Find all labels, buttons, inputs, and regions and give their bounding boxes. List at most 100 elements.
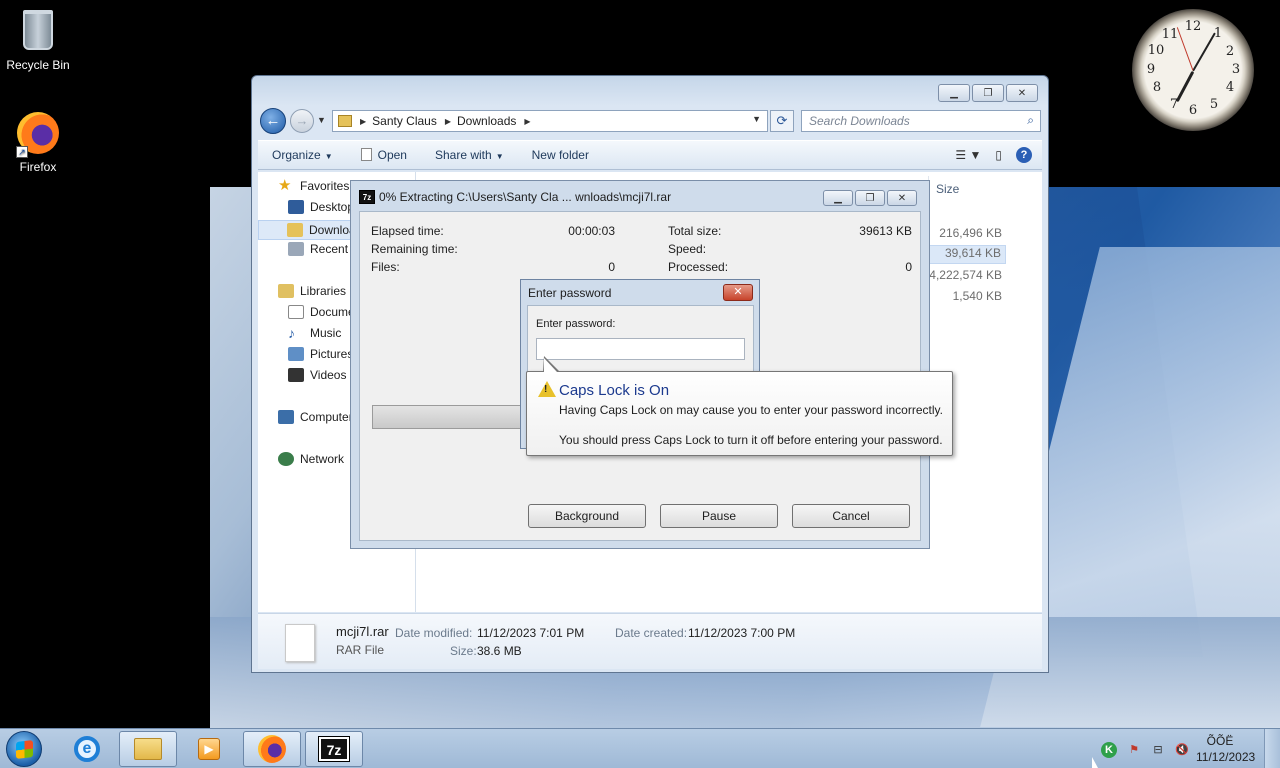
desktop-icon-recycle-bin[interactable]: Recycle Bin xyxy=(0,8,76,72)
tooltip-title: Caps Lock is On xyxy=(559,382,670,399)
search-placeholder: Search Downloads xyxy=(809,114,910,128)
clock-number: 8 xyxy=(1152,80,1162,95)
organize-button[interactable]: Organize ▼ xyxy=(258,148,347,162)
taskbar: e ▶ 7z K ⚑ ⊟ 🔇 ÕÕË 11/12/2023 xyxy=(0,728,1280,768)
details-date-modified-label: Date modified: xyxy=(395,626,473,640)
clock-number: 5 xyxy=(1209,97,1219,112)
file-size-cell[interactable]: 4,222,574 KB xyxy=(928,268,1006,282)
clock-time: ÕÕË xyxy=(1206,734,1234,748)
taskbar-firefox[interactable] xyxy=(243,731,301,767)
file-size-cell[interactable]: 216,496 KB xyxy=(928,226,1006,240)
7zip-icon: 7z xyxy=(318,736,350,762)
volume-muted-icon[interactable]: 🔇 xyxy=(1174,742,1190,758)
pictures-icon xyxy=(288,347,304,361)
windows-logo-icon xyxy=(16,740,33,759)
pause-button[interactable]: Pause xyxy=(660,504,778,528)
start-button[interactable] xyxy=(6,731,42,767)
recent-pages-dropdown[interactable]: ▼ xyxy=(317,115,326,125)
close-icon[interactable]: ✕ xyxy=(723,284,753,301)
nav-label: Pictures xyxy=(310,347,354,361)
password-field[interactable] xyxy=(536,338,745,360)
maximize-button[interactable]: ❐ xyxy=(855,190,885,206)
minimize-button[interactable]: ▁ xyxy=(823,190,853,206)
forward-button[interactable]: → xyxy=(290,109,314,133)
network-tray-icon[interactable]: ⊟ xyxy=(1150,742,1166,758)
clock-minute-hand xyxy=(1192,32,1216,72)
breadcrumb-chevron-icon[interactable]: ▶ xyxy=(445,117,451,126)
extract-window-title: 0% Extracting C:\Users\Santy Cla ... wnl… xyxy=(379,190,672,204)
breadcrumb-chevron-icon[interactable]: ▶ xyxy=(360,117,366,126)
desktop-icon-label: Recycle Bin xyxy=(6,58,70,72)
back-button[interactable]: ← xyxy=(260,108,286,134)
taskbar-clock[interactable]: ÕÕË 11/12/2023 xyxy=(1196,733,1256,765)
nav-label: Libraries xyxy=(300,284,347,298)
breadcrumb-chevron-icon[interactable]: ▶ xyxy=(524,117,530,126)
nav-label: Network xyxy=(300,452,345,466)
chevron-down-icon: ▼ xyxy=(495,152,504,161)
computer-icon xyxy=(278,410,294,424)
taskbar-internet-explorer[interactable]: e xyxy=(58,731,116,767)
file-size-cell[interactable]: 1,540 KB xyxy=(928,289,1006,303)
maximize-button[interactable]: ❐ xyxy=(972,84,1004,102)
clock-gadget[interactable]: 12 1 2 3 4 5 6 7 8 9 10 11 xyxy=(1132,9,1254,131)
speed-label: Speed: xyxy=(668,242,707,256)
kaspersky-tray-icon[interactable]: K xyxy=(1101,742,1117,758)
password-dialog-title: Enter password xyxy=(528,286,612,300)
taskbar-7zip[interactable]: 7z xyxy=(305,731,363,767)
close-button[interactable]: ✕ xyxy=(1006,84,1038,102)
elapsed-time-value: 00:00:03 xyxy=(568,224,615,238)
remaining-time-label: Remaining time: xyxy=(371,242,458,256)
search-icon[interactable]: ⌕ xyxy=(1027,113,1034,128)
rar-file-icon xyxy=(285,624,315,662)
clock-number: 10 xyxy=(1147,43,1165,58)
file-size-cell-selected[interactable]: 39,614 KB xyxy=(928,245,1006,264)
clock-number: 6 xyxy=(1188,103,1198,118)
nav-label: Favorites xyxy=(300,179,350,193)
help-icon[interactable]: ? xyxy=(1016,147,1032,163)
clock-number: 9 xyxy=(1146,62,1156,77)
open-button[interactable]: Open xyxy=(347,148,421,162)
details-file-name: mcji7l.rar xyxy=(336,624,389,639)
view-options-icon[interactable]: ☰ ▼ xyxy=(955,148,981,162)
tooltip-line-2: You should press Caps Lock to turn it of… xyxy=(559,433,943,447)
taskbar-media-player[interactable]: ▶ xyxy=(180,731,238,767)
taskbar-explorer[interactable] xyxy=(119,731,177,767)
address-bar[interactable]: ▶ Santy Claus ▶ Downloads ▶ ▼ xyxy=(332,110,768,132)
processed-label: Processed: xyxy=(668,260,729,274)
nav-label: Videos xyxy=(310,368,347,382)
videos-icon xyxy=(288,368,304,382)
elapsed-time-label: Elapsed time: xyxy=(371,224,444,238)
minimize-button[interactable]: ▁ xyxy=(938,84,970,102)
clock-date: 11/12/2023 xyxy=(1196,750,1256,764)
column-header-size[interactable]: Size xyxy=(936,182,959,196)
details-date-created: 11/12/2023 7:00 PM xyxy=(688,626,796,640)
close-button[interactable]: ✕ xyxy=(887,190,917,206)
breadcrumb-santy-claus[interactable]: Santy Claus xyxy=(372,114,437,128)
share-with-label: Share with xyxy=(434,148,492,162)
mouse-cursor-icon xyxy=(1092,757,1098,768)
nav-label: Music xyxy=(310,326,342,340)
processed-value: 0 xyxy=(905,260,912,274)
preview-pane-icon[interactable]: ▯ xyxy=(995,148,1002,162)
desktop-icon-firefox[interactable]: ↗ Firefox xyxy=(0,112,76,174)
new-folder-button[interactable]: New folder xyxy=(518,148,603,162)
media-player-icon: ▶ xyxy=(198,738,220,760)
search-input[interactable]: Search Downloads ⌕ xyxy=(801,110,1041,132)
breadcrumb-downloads[interactable]: Downloads xyxy=(457,114,516,128)
cancel-button[interactable]: Cancel xyxy=(792,504,910,528)
share-with-button[interactable]: Share with ▼ xyxy=(421,148,518,162)
refresh-button[interactable]: ⟳ xyxy=(770,110,794,132)
libraries-icon xyxy=(278,284,294,298)
open-label: Open xyxy=(377,148,407,162)
music-icon: ♪ xyxy=(288,326,295,340)
star-icon: ★ xyxy=(278,179,292,193)
file-icon xyxy=(360,148,372,161)
files-label: Files: xyxy=(371,260,400,274)
show-desktop-button[interactable] xyxy=(1264,729,1280,768)
address-dropdown-icon[interactable]: ▼ xyxy=(752,114,761,124)
caps-lock-tooltip: ! Caps Lock is On Having Caps Lock on ma… xyxy=(526,356,953,456)
internet-explorer-icon: e xyxy=(74,736,100,762)
background-button[interactable]: Background xyxy=(528,504,646,528)
details-date-modified: 11/12/2023 7:01 PM xyxy=(477,626,585,640)
action-center-flag-icon[interactable]: ⚑ xyxy=(1126,742,1142,758)
